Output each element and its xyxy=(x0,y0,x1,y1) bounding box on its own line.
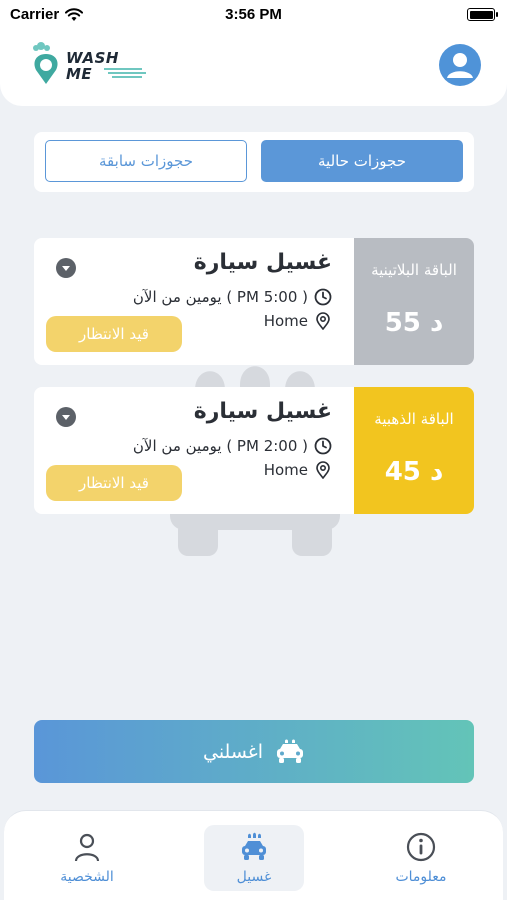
app-header: WASH ME xyxy=(0,30,507,106)
user-icon xyxy=(447,53,473,78)
booking-time: يومين من الآن ( PM 2:00 ) xyxy=(132,437,308,455)
wash-me-label: اغسلني xyxy=(202,740,264,763)
person-icon xyxy=(74,833,100,862)
nav-item-info[interactable]: معلومات xyxy=(371,825,471,891)
tab-previous-bookings[interactable]: حجوزات سابقة xyxy=(45,140,247,182)
booking-location-row: Home xyxy=(264,461,332,479)
package-panel: الباقة البلاتينية 55 د xyxy=(354,238,474,365)
service-title: غسيل سيارة xyxy=(193,250,332,275)
package-price: 55 د xyxy=(384,308,444,338)
booking-time-row: يومين من الآن ( PM 2:00 ) xyxy=(133,437,332,455)
status-badge-pending: قيد الانتظار xyxy=(46,465,182,501)
tab-current-bookings[interactable]: حجوزات حالية xyxy=(261,140,463,182)
service-title: غسيل سيارة xyxy=(193,399,332,424)
booking-card[interactable]: الباقة الذهبية 45 د غسيل سيارة يومين من … xyxy=(34,387,474,514)
booking-card[interactable]: الباقة البلاتينية 55 د غسيل سيارة يومين … xyxy=(34,238,474,365)
info-icon xyxy=(406,832,436,862)
car-wash-icon xyxy=(242,832,266,860)
package-price: 45 د xyxy=(384,457,444,487)
booking-location-row: Home xyxy=(264,312,332,330)
nav-label-wash: غسيل xyxy=(236,869,272,885)
chevron-down-icon xyxy=(62,266,70,271)
clock-icon xyxy=(314,288,332,306)
location-pin-icon xyxy=(316,312,330,330)
booking-time: يومين من الآن ( PM 5:00 ) xyxy=(132,288,308,306)
location-drop-logo-icon xyxy=(33,42,58,84)
battery-icon xyxy=(467,8,498,21)
booking-location: Home xyxy=(263,461,308,479)
package-name: الباقة البلاتينية xyxy=(371,261,457,279)
status-bar: Carrier 3:56 PM xyxy=(0,0,507,30)
wash-me-button[interactable]: اغسلني xyxy=(34,720,474,783)
booking-location: Home xyxy=(263,312,308,330)
clock-icon xyxy=(314,437,332,455)
nav-item-profile[interactable]: الشخصية xyxy=(37,825,137,891)
package-name: الباقة الذهبية xyxy=(374,410,454,428)
bottom-navigation: الشخصية غسيل معلومات xyxy=(4,810,503,900)
car-icon xyxy=(277,739,304,763)
booking-time-row: يومين من الآن ( PM 5:00 ) xyxy=(133,288,332,306)
expand-button[interactable] xyxy=(56,407,76,427)
clock: 3:56 PM xyxy=(225,6,282,23)
expand-button[interactable] xyxy=(56,258,76,278)
nav-label-profile: الشخصية xyxy=(60,869,114,885)
wash-me-logo: WASH ME xyxy=(26,42,146,92)
bookings-tabs: حجوزات سابقة حجوزات حالية xyxy=(34,132,474,192)
profile-avatar-button[interactable] xyxy=(439,44,481,86)
nav-item-wash[interactable]: غسيل xyxy=(204,825,304,891)
logo-speed-lines xyxy=(104,68,146,78)
package-panel: الباقة الذهبية 45 د xyxy=(354,387,474,514)
chevron-down-icon xyxy=(62,415,70,420)
status-badge-pending: قيد الانتظار xyxy=(46,316,182,352)
nav-label-info: معلومات xyxy=(395,869,447,885)
location-pin-icon xyxy=(316,461,330,479)
